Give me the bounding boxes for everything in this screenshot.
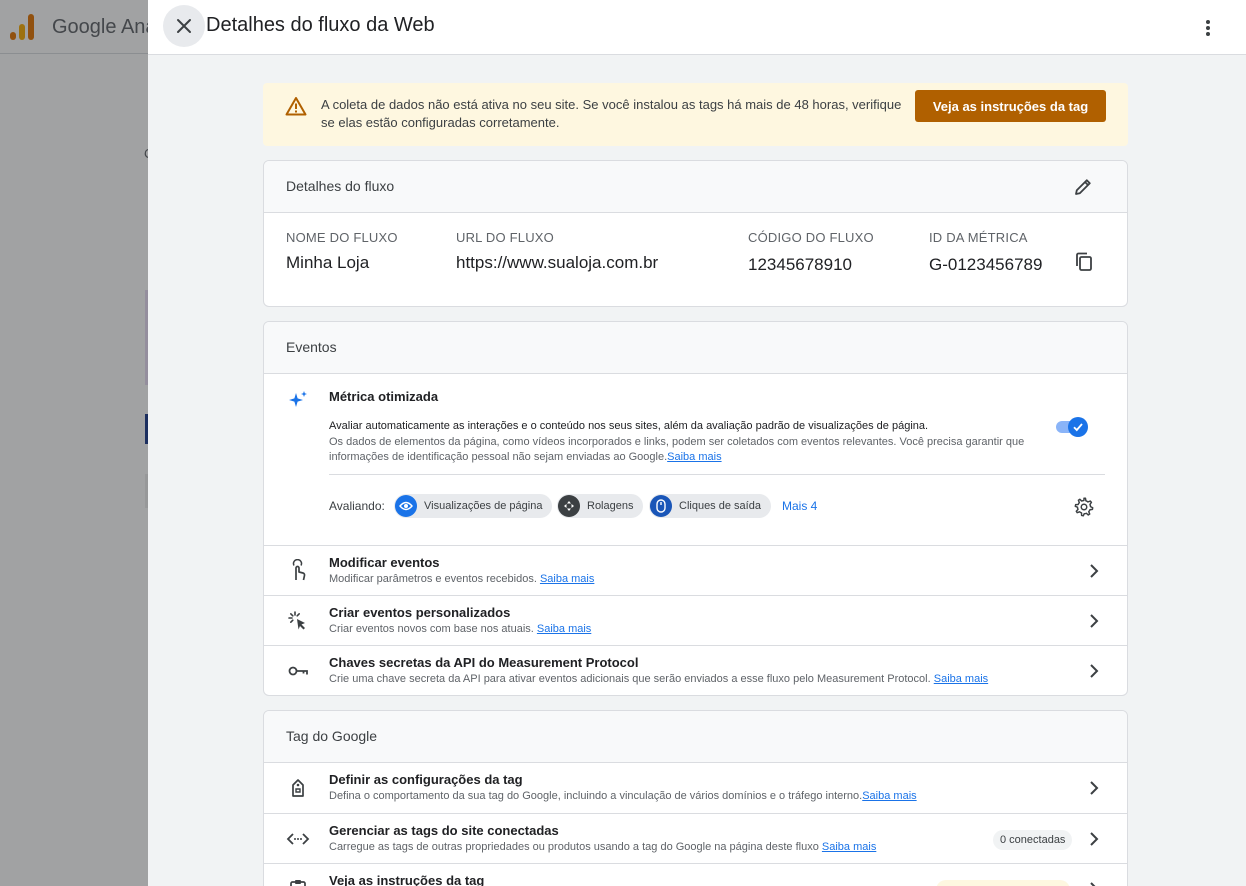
modify-events-description: Modificar parâmetros e eventos recebidos… <box>329 573 537 585</box>
chevron-right-icon <box>1090 882 1096 886</box>
close-button[interactable] <box>163 5 205 47</box>
data-collection-alert: A coleta de dados não está ativa no seu … <box>263 83 1128 146</box>
measurement-protocol-row[interactable]: Chaves secretas da API do Measurement Pr… <box>264 645 1127 695</box>
measuring-label: Avaliando: <box>329 499 385 513</box>
google-tag-card: Tag do Google Definir as configurações d… <box>263 710 1128 886</box>
modify-events-subtitle: Modificar parâmetros e eventos recebidos… <box>329 573 594 585</box>
enhanced-measurement-description: Avaliar automaticamente as interações e … <box>329 420 929 432</box>
stream-url-value: https://www.sualoja.com.br <box>456 253 659 272</box>
mouse-icon <box>650 495 672 517</box>
stream-details-title: Detalhes do fluxo <box>286 178 395 194</box>
stream-details-header: Detalhes do fluxo <box>264 161 1127 213</box>
edit-icon[interactable] <box>1071 175 1095 199</box>
chip-scrolls[interactable]: Rolagens <box>557 494 644 518</box>
view-tag-instructions-button[interactable]: Veja as instruções da tag <box>915 90 1106 122</box>
configure-tag-row[interactable]: Definir as configurações da tag Defina o… <box>264 763 1127 813</box>
events-card: Eventos Métrica otimizada Avaliar automa… <box>263 321 1128 696</box>
connected-count-badge: 0 conectadas <box>993 830 1073 850</box>
chevron-right-icon <box>1090 832 1099 846</box>
measurement-protocol-subtitle: Crie uma chave secreta da API para ativa… <box>329 673 988 685</box>
connected-tags-row[interactable]: Gerenciar as tags do site conectadas Car… <box>264 813 1127 863</box>
sparkle-icon <box>289 391 307 407</box>
stream-details-card: Detalhes do fluxo NOME DO FLUXO Minha Lo… <box>263 160 1128 307</box>
more-events-link[interactable]: Mais 4 <box>782 499 817 513</box>
stream-code-field: CÓDIGO DO FLUXO 12345678910 <box>748 230 874 275</box>
touch-icon <box>292 559 306 581</box>
measurement-protocol-title: Chaves secretas da API do Measurement Pr… <box>329 655 639 670</box>
modify-events-learn-more[interactable]: Saiba mais <box>540 573 594 585</box>
stream-name-value: Minha Loja <box>286 253 370 272</box>
connected-tags-title: Gerenciar as tags do site conectadas <box>329 823 559 838</box>
scroll-icon <box>558 495 580 517</box>
stream-name-field: NOME DO FLUXO Minha Loja <box>286 230 398 273</box>
connected-tags-subtitle: Carregue as tags de outras propriedades … <box>329 841 876 853</box>
stream-code-label: CÓDIGO DO FLUXO <box>748 230 874 245</box>
measurement-protocol-description: Crie uma chave secreta da API para ativa… <box>329 673 931 685</box>
create-events-row[interactable]: Criar eventos personalizados Criar event… <box>264 595 1127 645</box>
chevron-right-icon <box>1090 614 1099 628</box>
configure-tag-description: Defina o comportamento da sua tag do Goo… <box>329 790 863 802</box>
panel-title: Detalhes do fluxo da Web <box>206 14 435 36</box>
chip-outbound-clicks[interactable]: Cliques de saída <box>649 494 771 518</box>
tag-instructions-title: Veja as instruções da tag <box>329 873 485 886</box>
enhanced-measurement-title: Métrica otimizada <box>329 389 439 404</box>
create-events-learn-more[interactable]: Saiba mais <box>537 623 591 635</box>
configure-tag-subtitle: Defina o comportamento da sua tag do Goo… <box>329 790 917 802</box>
chevron-right-icon <box>1090 781 1099 795</box>
enhanced-learn-more-link[interactable]: Saiba mais <box>667 451 721 463</box>
code-icon <box>286 833 310 845</box>
tag-settings-icon <box>292 779 304 797</box>
stream-code-value: 12345678910 <box>748 255 853 274</box>
connected-tags-description: Carregue as tags de outras propriedades … <box>329 841 819 853</box>
chevron-right-icon <box>1090 564 1099 578</box>
stream-details-panel: Detalhes do fluxo da Web A coleta de dad… <box>148 0 1246 886</box>
enhanced-measurement-section: Métrica otimizada Avaliar automaticament… <box>264 374 1127 545</box>
stream-name-label: NOME DO FLUXO <box>286 230 398 245</box>
toggle-check-icon <box>1068 417 1088 437</box>
chip-outbound-clicks-label: Cliques de saída <box>679 500 761 512</box>
tag-instructions-row[interactable]: Veja as instruções da tag <box>264 863 1127 886</box>
warning-icon <box>285 97 307 116</box>
events-header: Eventos <box>264 322 1127 374</box>
gear-icon[interactable] <box>1073 496 1095 518</box>
click-icon <box>288 611 305 630</box>
more-vert-icon <box>1206 20 1210 36</box>
eye-icon <box>395 495 417 517</box>
alert-message: A coleta de dados não está ativa no seu … <box>321 97 902 130</box>
google-tag-header: Tag do Google <box>264 711 1127 763</box>
create-events-subtitle: Criar eventos novos com base nos atuais.… <box>329 623 591 635</box>
copy-icon[interactable] <box>1072 250 1096 274</box>
configure-tag-title: Definir as configurações da tag <box>329 772 523 787</box>
measurement-id-value: G-0123456789 <box>929 255 1043 274</box>
events-title: Eventos <box>286 339 337 355</box>
measurement-protocol-learn-more[interactable]: Saiba mais <box>934 673 988 685</box>
measurement-id-label: ID DA MÉTRICA <box>929 230 1028 245</box>
create-events-description: Criar eventos novos com base nos atuais. <box>329 623 534 635</box>
divider <box>329 474 1105 475</box>
google-tag-title: Tag do Google <box>286 728 378 744</box>
tag-status-badge <box>936 880 1070 886</box>
chip-page-views-label: Visualizações de página <box>424 500 543 512</box>
configure-tag-learn-more[interactable]: Saiba mais <box>862 790 916 802</box>
modify-events-title: Modificar eventos <box>329 555 440 570</box>
key-icon <box>288 666 308 676</box>
create-events-title: Criar eventos personalizados <box>329 605 511 620</box>
connected-tags-learn-more[interactable]: Saiba mais <box>822 841 876 853</box>
enhanced-measurement-note: Os dados de elementos da página, como ví… <box>329 435 1049 465</box>
modify-events-row[interactable]: Modificar eventos Modificar parâmetros e… <box>264 545 1127 595</box>
chip-page-views[interactable]: Visualizações de página <box>394 494 553 518</box>
close-icon <box>177 19 191 33</box>
panel-header: Detalhes do fluxo da Web <box>148 0 1246 55</box>
enhanced-measurement-toggle[interactable] <box>1054 417 1090 437</box>
stream-url-label: URL DO FLUXO <box>456 230 554 245</box>
stream-url-field: URL DO FLUXO https://www.sualoja.com.br <box>456 230 658 273</box>
clipboard-icon <box>290 880 306 886</box>
chip-scrolls-label: Rolagens <box>587 500 634 512</box>
more-options-button[interactable] <box>1192 12 1224 44</box>
measurement-id-field: ID DA MÉTRICA G-0123456789 <box>929 230 1042 275</box>
chevron-right-icon <box>1090 664 1099 678</box>
